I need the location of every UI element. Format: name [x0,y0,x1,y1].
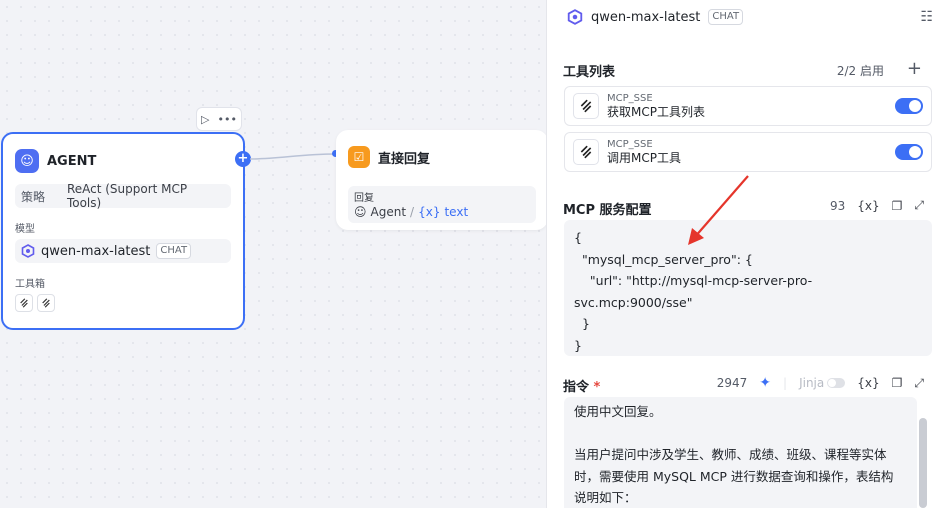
tools-count: 2/2 启用 [836,64,884,78]
add-tool-icon[interactable]: + [907,58,922,79]
panel-model-name: qwen-max-latest [591,9,701,25]
mcp-config-title: MCP 服务配置 [563,203,652,218]
ref-separator: / [410,205,415,219]
strategy-label: 策略 [21,189,46,204]
panel-model-badge: CHAT [708,9,744,25]
reply-node-title: 直接回复 [378,151,431,167]
reply-icon: ☑ [348,146,370,168]
tool-item[interactable]: MCP_SSE 调用MCP工具 [564,132,932,172]
insert-variable-button[interactable]: {x} [857,199,879,213]
required-mark: * [593,380,601,395]
reply-field: 回复 ☺ Agent / {x} text [348,186,536,223]
ai-sparkle-icon[interactable]: ✦ [759,375,771,391]
jinja-label: Jinja [799,376,825,390]
tools-title: 工具列表 [563,65,616,80]
more-icon[interactable]: ••• [218,113,237,126]
model-settings-icon[interactable]: ☷ [920,9,933,25]
mcp-config-count: 93 [829,198,846,213]
agent-icon: ☺ [15,149,39,173]
qwen-logo-icon [567,9,583,25]
divider: | [783,376,788,390]
instruction-count: 2947 [716,376,748,390]
copy-icon[interactable]: ❐ [892,376,903,390]
mcp-tool-icon[interactable] [15,294,33,312]
toolbox-icons [15,294,231,312]
model-row: qwen-max-latest CHAT [15,239,231,263]
model-label: 模型 [15,224,35,235]
instruction-title: 指令 * [563,376,600,395]
model-badge: CHAT [156,243,192,259]
mcp-tool-icon [573,93,599,119]
agent-node[interactable]: ☺ AGENT 策略 ReAct (Support MCP Tools) 模型 … [1,132,245,330]
tool-name: 获取MCP工具列表 [607,104,705,119]
tool-name: 调用MCP工具 [607,150,681,165]
instruction-line [574,423,907,445]
expand-icon[interactable]: ⤢ [914,198,924,213]
tool-provider: MCP_SSE [607,92,653,104]
tool-enable-toggle[interactable] [895,144,923,160]
code-line: "url": "http://mysql-mcp-server-pro- [574,273,813,288]
strategy-value: ReAct (Support MCP Tools) [66,182,188,210]
strategy-row: 策略 ReAct (Support MCP Tools) [15,182,231,210]
ref-source: Agent [370,205,407,219]
reply-node[interactable]: ☑ 直接回复 回复 ☺ Agent / {x} text [336,130,548,230]
instruction-line: 时，需要使用 MySQL MCP 进行数据查询和操作，表结构 [574,468,894,484]
add-next-node-button[interactable]: + [235,151,251,167]
mcp-tool-icon [573,139,599,165]
qwen-logo-icon [21,244,35,258]
code-line: "mysql_mcp_server_pro": { [574,251,753,267]
instruction-line: 使用中文回复。 [574,404,662,419]
mcp-config-tools: 93 {x} ❐ ⤢ [830,198,924,213]
jinja-toggle[interactable]: Jinja [799,376,846,390]
instruction-title-text: 指令 [563,380,590,395]
agent-node-title: AGENT [47,153,97,169]
code-line: } [574,316,590,331]
expand-icon[interactable]: ⤢ [914,376,924,391]
code-line: svc.mcp:9000/sse" [574,294,693,310]
variable-icon: {x} [418,205,441,219]
agent-config-panel: qwen-max-latest CHAT ☷ 工具列表 2/2 启用 + MCP… [546,0,952,508]
tool-provider: MCP_SSE [607,138,653,150]
model-selector[interactable]: qwen-max-latest CHAT ☷ [567,6,933,28]
copy-icon[interactable]: ❐ [892,199,903,213]
model-name: qwen-max-latest [41,243,151,259]
tool-enable-toggle[interactable] [895,98,923,114]
reply-variable-ref: ☺ Agent / {x} text [354,205,530,219]
instruction-editor[interactable]: 使用中文回复。 当用户提问中涉及学生、教师、成绩、班级、课程等实体 时，需要使用… [564,397,917,508]
instruction-scrollbar[interactable] [919,418,927,508]
instruction-line: 当用户提问中涉及学生、教师、成绩、班级、课程等实体 [574,447,887,462]
reply-field-label: 回复 [354,193,374,204]
agent-small-icon: ☺ [354,205,367,219]
connection-edge [250,153,337,160]
code-line: } [574,337,582,353]
insert-variable-button[interactable]: {x} [857,376,879,390]
tool-item[interactable]: MCP_SSE 获取MCP工具列表 [564,86,932,126]
toolbox-label: 工具箱 [15,279,45,290]
instruction-line: 说明如下： [574,490,637,505]
annotation-arrow [688,175,749,245]
instruction-tools: 2947 ✦ | Jinja {x} ❐ ⤢ [717,375,924,391]
node-toolbar: ▷ ••• [196,107,242,131]
mcp-tool-icon[interactable] [37,294,55,312]
jinja-switch[interactable] [827,378,846,388]
ref-variable: text [444,205,469,219]
play-icon[interactable]: ▷ [201,113,209,126]
